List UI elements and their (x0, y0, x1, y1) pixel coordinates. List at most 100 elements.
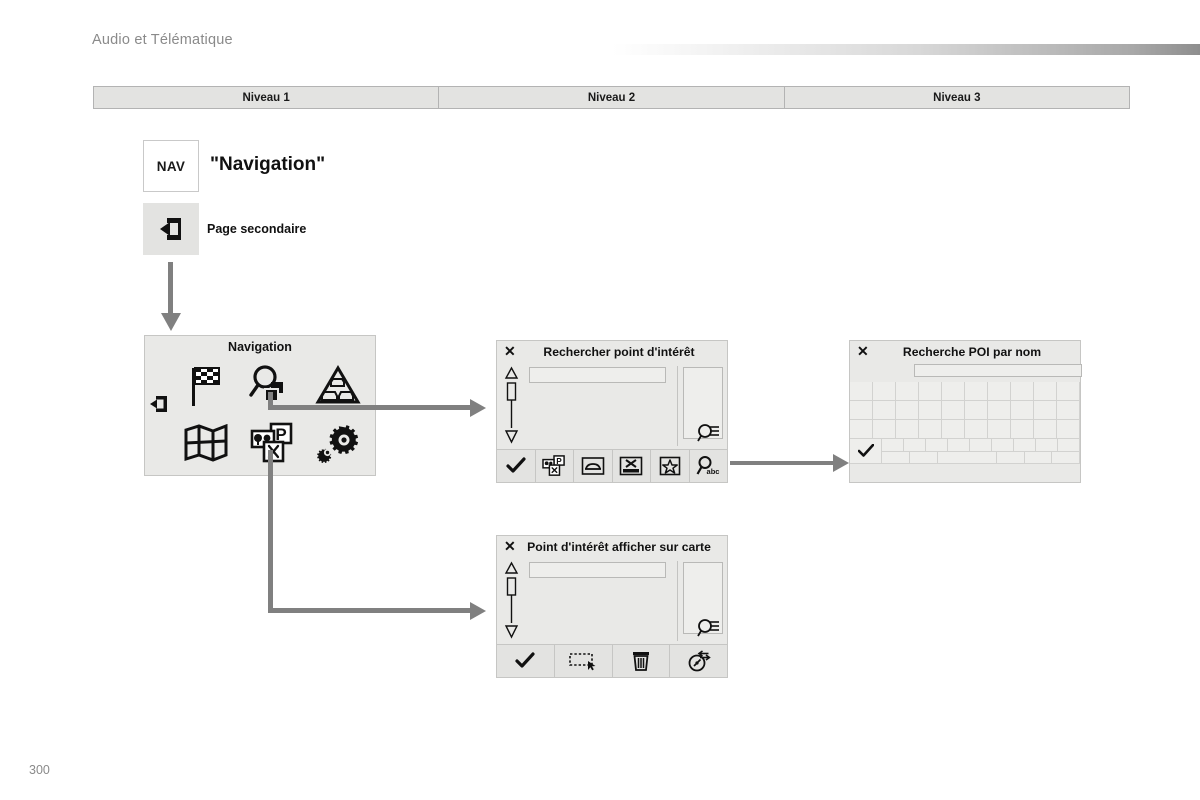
keyboard-key[interactable] (1034, 382, 1057, 401)
keyboard-key[interactable] (909, 452, 938, 464)
page-title: Audio et Télématique (92, 32, 233, 48)
keyboard-key[interactable] (926, 439, 949, 452)
keyboard-key[interactable] (942, 382, 965, 401)
nav-badge-label: "Navigation" (210, 154, 326, 175)
nav-badge-text: NAV (156, 158, 186, 174)
destination-flag-icon (185, 364, 227, 408)
levels-table: Niveau 1 Niveau 2 Niveau 3 (93, 86, 1130, 109)
scrollbar[interactable] (503, 366, 520, 446)
delete-trash-icon[interactable] (613, 645, 671, 677)
keyboard-key[interactable] (919, 382, 942, 401)
keyboard-key[interactable] (965, 382, 988, 401)
connector-map-arrowhead (470, 601, 486, 620)
keyboard-key[interactable] (1057, 439, 1080, 452)
keyboard-key[interactable] (942, 401, 965, 420)
keyboard-key[interactable] (948, 439, 970, 452)
keyboard-key[interactable] (896, 420, 919, 439)
keyboard-key[interactable] (850, 420, 873, 439)
keyboard-key[interactable] (965, 420, 988, 439)
dialog-poi-on-map-toolbar (497, 644, 727, 677)
settings-gear-icon (317, 423, 359, 463)
keyboard-key[interactable] (919, 401, 942, 420)
keyboard-key[interactable] (996, 452, 1025, 464)
keyboard-key[interactable] (873, 401, 896, 420)
select-area-icon[interactable] (555, 645, 613, 677)
keyboard-row (850, 382, 1080, 401)
connector-legend-to-nav (168, 262, 173, 317)
car-icon[interactable] (574, 450, 613, 482)
body-divider (677, 561, 678, 641)
reset-compass-icon[interactable] (670, 645, 727, 677)
favourite-star-icon[interactable] (651, 450, 690, 482)
exit-left-icon[interactable] (148, 394, 170, 414)
level-column-2: Niveau 2 (439, 87, 785, 108)
keyboard-key[interactable] (1057, 420, 1080, 439)
keyboard-key[interactable] (1035, 439, 1058, 452)
dialog-search-poi-title: Rechercher point d'intérêt (543, 344, 695, 359)
poi-categories-icon[interactable]: P (536, 450, 574, 482)
dialog-poi-by-name-inputarea (850, 362, 1082, 382)
keyboard-key[interactable] (896, 382, 919, 401)
keyboard-key[interactable] (1011, 420, 1034, 439)
keyboard-key[interactable] (988, 420, 1011, 439)
keyboard-key[interactable] (1057, 382, 1080, 401)
keyboard-key[interactable] (1057, 401, 1080, 420)
confirm-check-icon[interactable] (850, 439, 883, 464)
search-input[interactable] (529, 367, 666, 383)
secondary-page-icon (156, 214, 186, 244)
keyboard-row (882, 452, 1080, 464)
keyboard-key[interactable] (850, 401, 873, 420)
header-gradient-bar (612, 44, 1200, 55)
dialog-poi-on-map[interactable]: ✕ Point d'intérêt afficher sur carte (496, 535, 728, 678)
keyboard-key[interactable] (882, 439, 905, 452)
keyboard-key[interactable] (991, 439, 1014, 452)
confirm-check-icon[interactable] (497, 645, 555, 677)
keyboard-key-space[interactable] (937, 452, 997, 464)
search-list-icon (697, 617, 721, 639)
poi-name-input[interactable] (914, 364, 1082, 377)
dialog-poi-by-name-titlebar: ✕ Recherche POI par nom (850, 341, 1080, 362)
keyboard-key[interactable] (919, 420, 942, 439)
nav-tile-settings[interactable] (305, 415, 371, 472)
keyboard-key[interactable] (1011, 382, 1034, 401)
keyboard-key[interactable] (1024, 452, 1053, 464)
keyboard-key[interactable] (988, 382, 1011, 401)
dialog-poi-on-map-title: Point d'intérêt afficher sur carte (527, 539, 711, 554)
dialog-poi-by-name[interactable]: ✕ Recherche POI par nom (849, 340, 1082, 483)
close-icon[interactable]: ✕ (504, 539, 516, 553)
map-icon (184, 423, 228, 462)
keyboard-key[interactable] (1034, 401, 1057, 420)
keyboard-key[interactable] (882, 452, 910, 464)
secondary-page-label: Page secondaire (207, 222, 307, 236)
connector-search-horizontal (268, 405, 472, 410)
keyboard-key[interactable] (873, 382, 896, 401)
onscreen-keyboard (850, 382, 1080, 482)
keyboard-key[interactable] (896, 401, 919, 420)
keyboard-key[interactable] (873, 420, 896, 439)
keyboard-key[interactable] (970, 439, 992, 452)
keyboard-key[interactable] (1034, 420, 1057, 439)
confirm-check-icon[interactable] (497, 450, 536, 482)
close-icon[interactable]: ✕ (504, 344, 516, 358)
keyboard-row (882, 439, 1080, 452)
nav-tile-map[interactable] (173, 415, 239, 472)
connector-search-arrowhead (470, 398, 486, 417)
dialog-search-poi[interactable]: ✕ Rechercher point d'intérêt P abc (496, 340, 728, 483)
route-icon[interactable] (613, 450, 651, 482)
keyboard-key[interactable] (965, 401, 988, 420)
poi-map-input[interactable] (529, 562, 666, 578)
keyboard-key[interactable] (904, 439, 927, 452)
keyboard-key[interactable] (1052, 452, 1080, 464)
search-by-name-icon[interactable]: abc (690, 450, 728, 482)
dialog-search-poi-toolbar: P abc (497, 449, 727, 482)
keyboard-key[interactable] (988, 401, 1011, 420)
keyboard-key[interactable] (1011, 401, 1034, 420)
scrollbar[interactable] (503, 561, 520, 641)
nav-tile-destination[interactable] (173, 358, 239, 415)
keyboard-key[interactable] (942, 420, 965, 439)
dialog-search-poi-titlebar: ✕ Rechercher point d'intérêt (497, 341, 727, 362)
keyboard-key[interactable] (850, 382, 873, 401)
keyboard-key[interactable] (1013, 439, 1036, 452)
page-number: 300 (29, 763, 50, 777)
close-icon[interactable]: ✕ (857, 344, 869, 358)
